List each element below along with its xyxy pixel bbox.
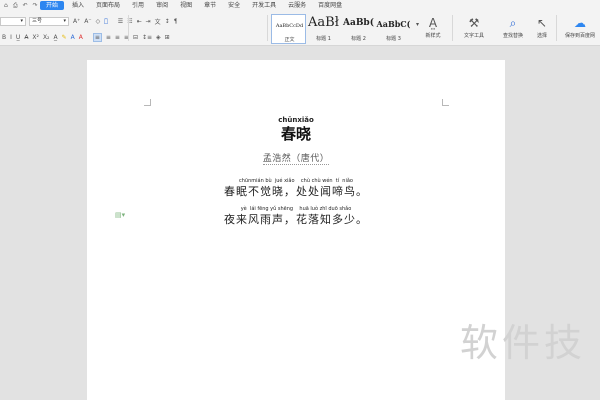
highlight-icon[interactable]: ✎	[62, 34, 67, 41]
home-icon[interactable]: ⌂	[4, 2, 8, 9]
font-color-icon[interactable]: A	[71, 34, 75, 41]
align-left-icon[interactable]: ≡	[92, 33, 102, 42]
bullet-list-icon[interactable]: ☰	[118, 18, 123, 25]
tab-cloud-service[interactable]: 云服务	[282, 0, 312, 11]
style-heading-2[interactable]: AaBb( 标题 2	[341, 14, 376, 44]
redo-icon[interactable]: ↷	[33, 2, 38, 9]
ribbon-divider	[128, 15, 129, 41]
align-center-icon[interactable]: ≡	[106, 34, 111, 41]
style-preview: AaBbC(	[376, 19, 411, 29]
font-row-2: B I U̲ A̶ X² X₂ A̲ ✎ A A ≡ ≡ ≡ ≡ ⊟ ↕≡ ◈ …	[0, 33, 172, 42]
chinese-layout-icon[interactable]: 文	[155, 17, 161, 26]
find-replace-button[interactable]: ⌕ 查找替换	[497, 14, 529, 44]
ribbon-divider	[556, 15, 557, 41]
align-right-icon[interactable]: ≡	[115, 34, 120, 41]
clear-format-icon[interactable]: ◇	[96, 18, 101, 25]
style-gallery: AaBbCcDd 正文 AaBł 标题 1 AaBb( 标题 2 AaBbC( …	[271, 14, 413, 44]
tab-chapter[interactable]: 章节	[198, 0, 222, 11]
line-1-text: 春眠不觉晓，处处闻啼鸟。	[224, 185, 368, 198]
font-name-select[interactable]: ▾	[0, 17, 26, 26]
save-baidu-button[interactable]: ☁ 保存到百度网	[560, 14, 600, 44]
margin-corner-mark	[442, 99, 449, 106]
tab-home[interactable]: 开始	[40, 1, 65, 10]
wrench-icon: ⚒	[468, 16, 480, 30]
ribbon-divider	[267, 15, 268, 41]
tab-baidu-netdisk[interactable]: 百度网盘	[312, 0, 348, 11]
italic-icon[interactable]: I	[10, 34, 12, 41]
shading-icon[interactable]: ◈	[156, 34, 161, 41]
tab-insert[interactable]: 插入	[66, 0, 90, 11]
ribbon-tab-bar: ⌂ ⎙ ↶ ↷ 开始 插入 页面布局 引用 审阅 视图 章节 安全 开发工具 云…	[0, 0, 600, 11]
strikethrough-icon[interactable]: A̶	[24, 34, 28, 41]
text-tool-label: 文字工具	[463, 33, 484, 39]
text-tool-button[interactable]: ⚒ 文字工具	[456, 14, 492, 44]
margin-corner-mark	[144, 99, 151, 106]
style-preview: AaBb(	[343, 18, 374, 28]
line-2-text: 夜来风雨声，花落知多少。	[224, 213, 368, 226]
find-replace-label: 查找替换	[502, 33, 523, 39]
cursor-icon: ↖	[536, 16, 548, 30]
tab-view[interactable]: 视图	[174, 0, 198, 11]
outdent-icon[interactable]: ⇤	[137, 18, 142, 25]
indent-icon[interactable]: ⇥	[146, 18, 151, 25]
tab-security[interactable]: 安全	[222, 0, 246, 11]
style-name: 标题 1	[316, 36, 331, 42]
author-text: 孟浩然（唐代）	[262, 154, 330, 165]
subscript-icon[interactable]: X₂	[43, 34, 50, 41]
border-icon[interactable]: ⊞	[165, 34, 170, 41]
new-style-label: 新样式	[425, 33, 441, 39]
poem-title: 春晓	[280, 125, 311, 143]
style-name: 标题 2	[351, 36, 366, 42]
ribbon-divider	[452, 15, 453, 41]
new-style-icon: A̤	[428, 16, 438, 30]
superscript-icon[interactable]: X²	[32, 34, 39, 41]
line-spacing-icon[interactable]: ↕≡	[142, 34, 152, 41]
chevron-down-icon: ▾	[20, 18, 23, 24]
style-heading-3[interactable]: AaBbC( 标题 3	[376, 14, 411, 44]
search-icon: ⌕	[509, 16, 517, 30]
select-label: 选择	[536, 33, 547, 39]
font-size-value: 三号	[32, 18, 43, 24]
ribbon-home: ▾ 三号 ▾ A⁺ A⁻ ◇ 文̈ ☰ ☷ ⇤ ⇥ 文 ↕ ¶ B I U̲ A̶…	[0, 11, 600, 46]
undo-icon[interactable]: ↶	[23, 2, 28, 9]
bold-icon[interactable]: B	[2, 34, 6, 41]
watermark-text: 软件技	[460, 321, 587, 365]
tab-review[interactable]: 审阅	[150, 0, 174, 11]
chevron-down-icon: ▾	[63, 18, 66, 24]
show-marks-icon[interactable]: ¶	[174, 18, 178, 25]
tab-references[interactable]: 引用	[126, 0, 150, 11]
document-page[interactable]: chūnxiǎo 春晓 孟浩然（唐代） chūnmián bù jué xiǎo…	[87, 60, 505, 400]
new-style-button[interactable]: A̤ 新样式	[418, 14, 448, 44]
font-size-select[interactable]: 三号 ▾	[29, 17, 69, 26]
underline-icon[interactable]: U̲	[16, 34, 20, 41]
shrink-font-icon[interactable]: A⁻	[84, 18, 91, 25]
save-baidu-label: 保存到百度网	[564, 33, 595, 39]
style-name: 标题 3	[386, 36, 401, 42]
sort-icon[interactable]: ↕	[165, 18, 170, 25]
grow-font-icon[interactable]: A⁺	[73, 18, 80, 25]
style-name: 正文	[284, 37, 295, 43]
char-border-icon[interactable]: A	[79, 34, 83, 41]
style-heading-1[interactable]: AaBł 标题 1	[306, 14, 341, 44]
phonetic-guide-icon[interactable]: 文̈	[104, 18, 108, 25]
font-row-1: ▾ 三号 ▾ A⁺ A⁻ ◇ 文̈ ☰ ☷ ⇤ ⇥ 文 ↕ ¶	[0, 17, 180, 26]
tab-developer[interactable]: 开发工具	[246, 0, 282, 11]
tab-page-layout[interactable]: 页面布局	[90, 0, 126, 11]
poem-author: 孟浩然（唐代）	[87, 151, 505, 165]
text-effect-icon[interactable]: A̲	[53, 34, 57, 41]
distribute-icon[interactable]: ⊟	[133, 34, 138, 41]
style-normal[interactable]: AaBbCcDd 正文	[271, 14, 306, 44]
style-preview: AaBł	[308, 15, 339, 30]
select-button[interactable]: ↖ 选择	[531, 14, 553, 44]
quick-access-toolbar: ⌂ ⎙ ↶ ↷	[0, 2, 38, 10]
style-preview: AaBbCcDd	[275, 23, 304, 29]
print-icon[interactable]: ⎙	[13, 2, 18, 10]
cloud-save-icon: ☁	[574, 16, 586, 30]
wps-writer-window: ⌂ ⎙ ↶ ↷ 开始 插入 页面布局 引用 审阅 视图 章节 安全 开发工具 云…	[0, 0, 600, 400]
